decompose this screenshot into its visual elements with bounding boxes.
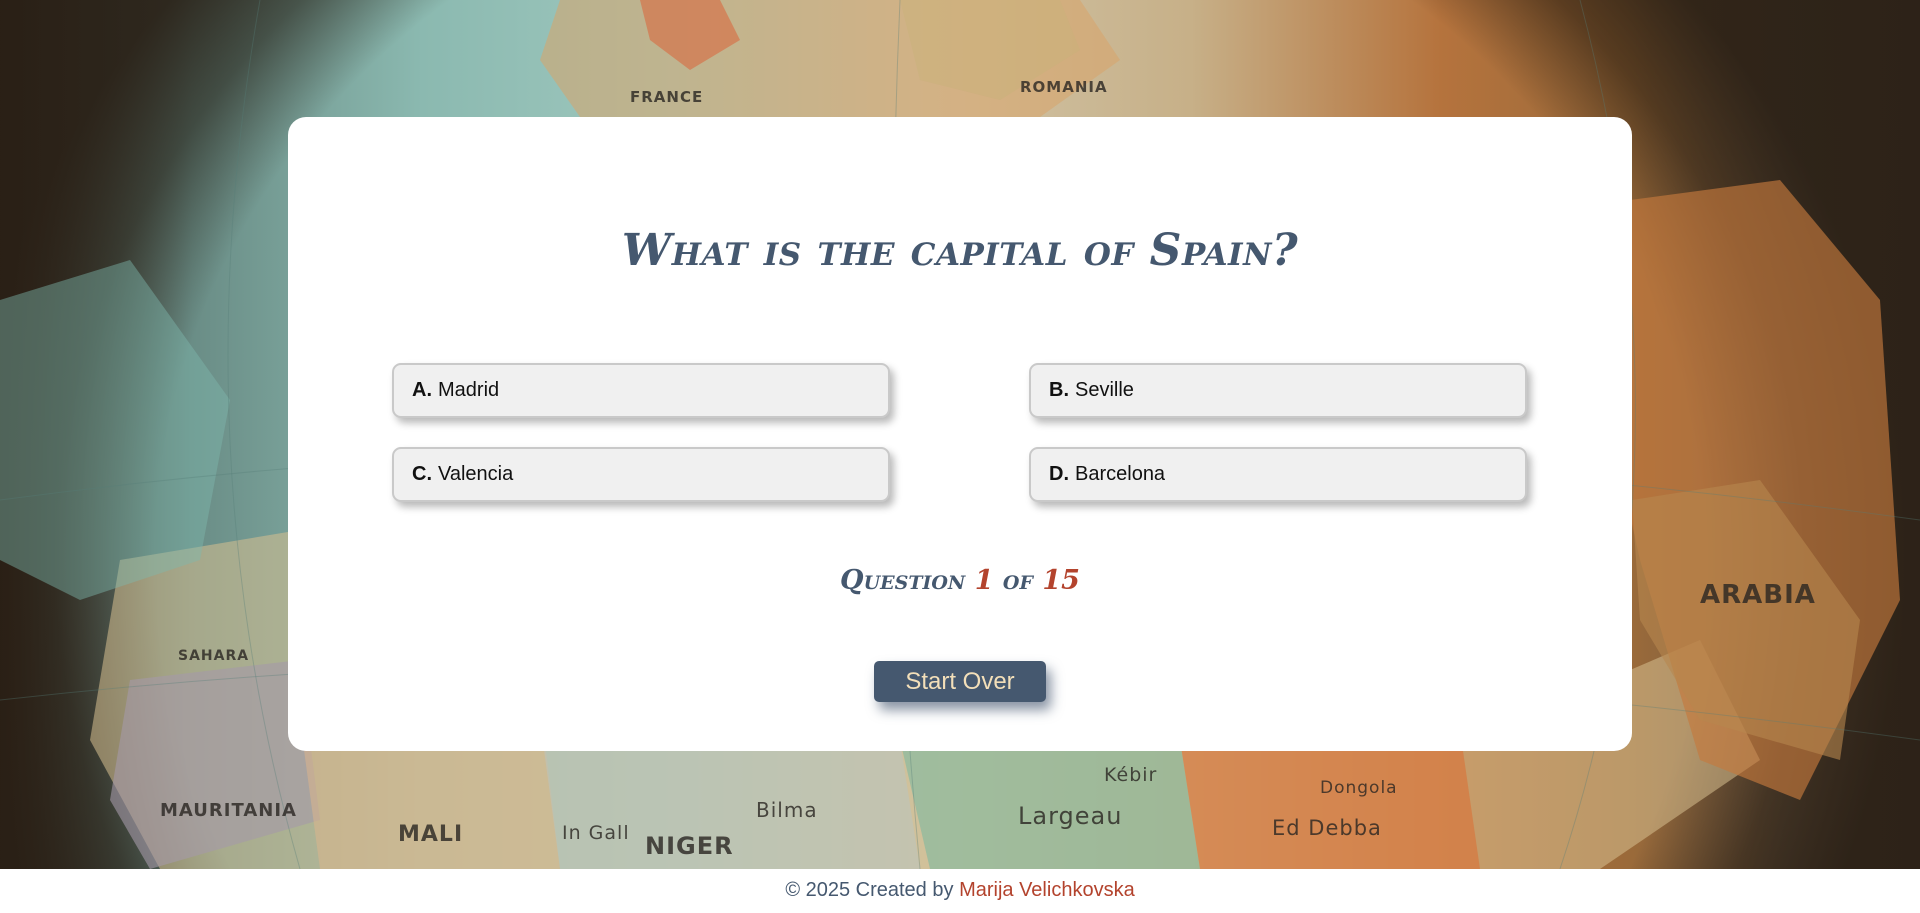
answer-letter: C. bbox=[412, 463, 432, 485]
map-label: Kébir bbox=[1104, 764, 1158, 786]
map-label: MALI bbox=[398, 822, 464, 847]
quiz-card: What is the capital of Spain? A. Madrid … bbox=[288, 117, 1632, 751]
answer-option-a[interactable]: A. Madrid bbox=[392, 363, 890, 418]
author-link[interactable]: Marija Velichkovska bbox=[959, 879, 1135, 901]
answer-text: Madrid bbox=[438, 379, 500, 401]
answer-text: Valencia bbox=[438, 463, 514, 485]
footer: © 2025 Created by Marija Velichkovska bbox=[0, 869, 1920, 913]
counter-current: 1 bbox=[974, 565, 994, 596]
map-label: ARABIA bbox=[1700, 580, 1816, 610]
map-label: Largeau bbox=[1018, 802, 1123, 830]
map-label: In Gall bbox=[562, 822, 630, 844]
answer-text: Barcelona bbox=[1075, 463, 1166, 485]
question-counter: Question 1 of 15 bbox=[288, 565, 1632, 596]
answer-letter: B. bbox=[1049, 379, 1069, 401]
footer-credit: © 2025 Created by bbox=[785, 879, 954, 901]
map-label: ROMANIA bbox=[1020, 78, 1108, 96]
counter-of: of bbox=[1002, 565, 1033, 596]
map-label: SAHARA bbox=[178, 648, 250, 664]
map-label: Ed Debba bbox=[1272, 816, 1382, 840]
quiz-page: FRANCE ROMANIA MAURITANIA MALI NIGER Lar… bbox=[0, 0, 1920, 913]
start-over-button[interactable]: Start Over bbox=[874, 661, 1046, 702]
map-label: NIGER bbox=[645, 832, 734, 860]
answer-letter: A. bbox=[412, 379, 432, 401]
question-title: What is the capital of Spain? bbox=[621, 225, 1299, 276]
answer-option-b[interactable]: B. Seville bbox=[1029, 363, 1527, 418]
counter-total: 15 bbox=[1042, 565, 1080, 596]
answer-option-c[interactable]: C. Valencia bbox=[392, 447, 890, 502]
map-label: Dongola bbox=[1320, 778, 1398, 798]
map-label: MAURITANIA bbox=[160, 800, 297, 821]
map-label: FRANCE bbox=[630, 88, 704, 106]
map-label: Bilma bbox=[756, 798, 818, 822]
answer-option-d[interactable]: D. Barcelona bbox=[1029, 447, 1527, 502]
counter-prefix: Question bbox=[840, 565, 966, 596]
answer-text: Seville bbox=[1075, 379, 1134, 401]
answer-letter: D. bbox=[1049, 463, 1069, 485]
